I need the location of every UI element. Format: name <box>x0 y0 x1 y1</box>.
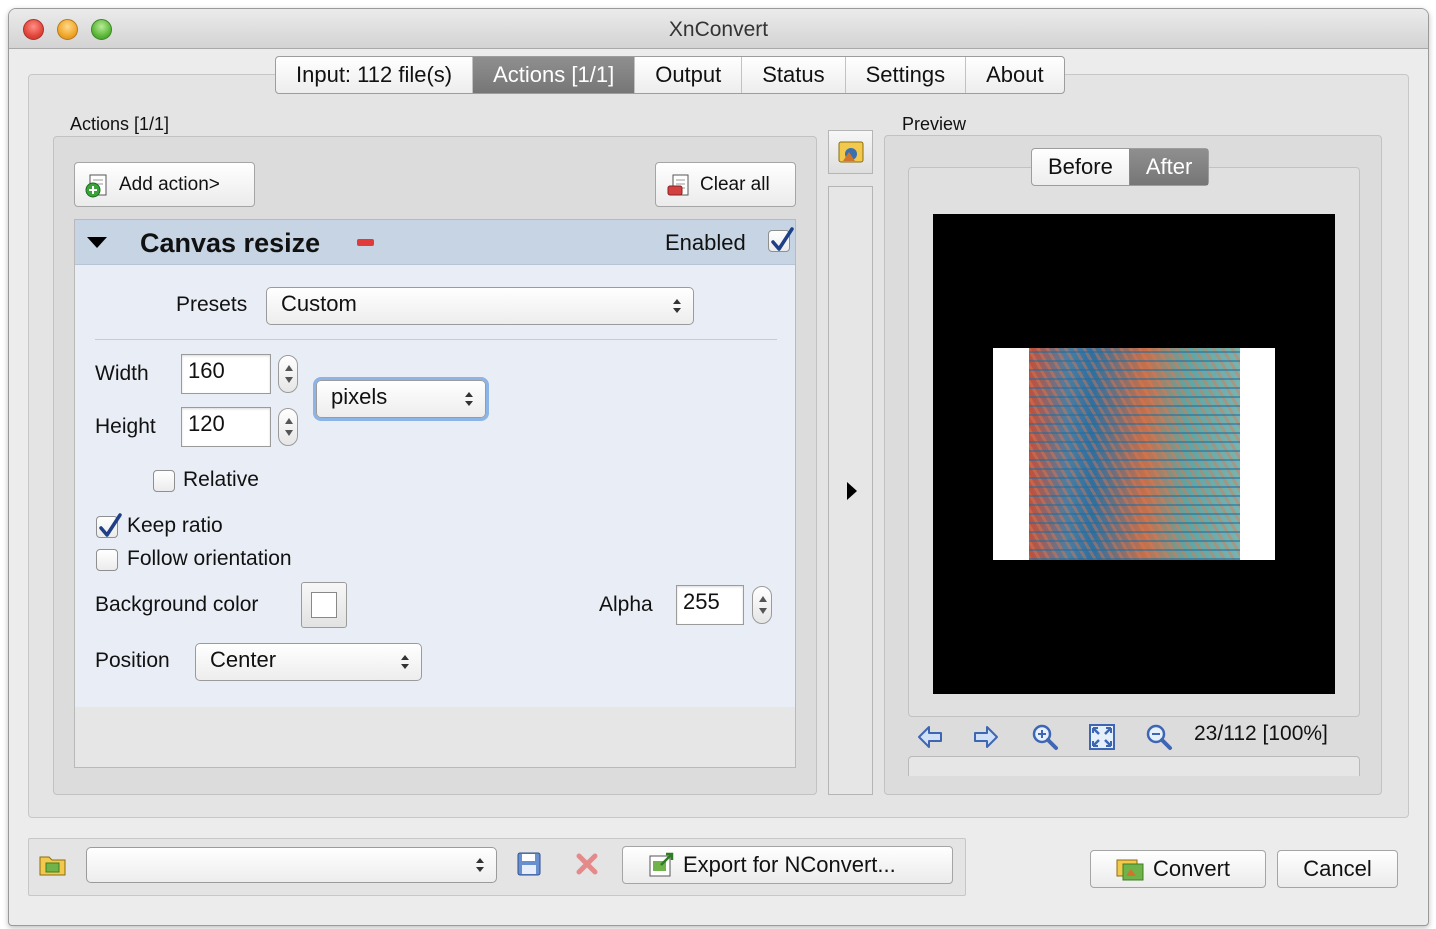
add-action-icon <box>85 174 107 197</box>
keep-ratio-checkbox[interactable] <box>96 513 122 538</box>
actions-group-label: Actions [1/1] <box>70 114 170 134</box>
action-header: Canvas resize Enabled <box>75 220 795 265</box>
clear-all-label: Clear all <box>700 173 770 195</box>
title-bar: XnConvert <box>9 9 1428 49</box>
tab-actions[interactable]: Actions [1/1] <box>473 57 636 93</box>
preview-image <box>1029 348 1240 560</box>
enabled-label: Enabled <box>665 230 746 255</box>
zoom-in-icon[interactable] <box>1030 722 1060 752</box>
delete-icon[interactable] <box>574 851 600 877</box>
window-title: XnConvert <box>668 18 769 41</box>
tab-about[interactable]: About <box>966 57 1064 93</box>
position-select[interactable]: Center <box>195 643 422 681</box>
clear-all-button[interactable]: Clear all <box>655 162 796 207</box>
export-label: Export for NConvert... <box>683 852 896 877</box>
before-button[interactable]: Before <box>1032 149 1129 185</box>
tab-input[interactable]: Input: 112 file(s) <box>276 57 474 93</box>
height-stepper[interactable] <box>278 408 298 446</box>
cancel-button[interactable]: Cancel <box>1277 850 1398 888</box>
select-arrows-icon <box>476 858 484 872</box>
select-arrows-icon <box>401 655 409 669</box>
alpha-stepper[interactable] <box>752 586 772 624</box>
cancel-label: Cancel <box>1303 856 1372 881</box>
convert-icon <box>1116 859 1144 881</box>
follow-orientation-label: Follow orientation <box>127 547 292 570</box>
width-input[interactable]: 160 <box>181 354 271 394</box>
preview-scrollbar[interactable] <box>908 756 1360 776</box>
collapse-triangle-icon[interactable] <box>87 237 107 248</box>
main-tabs: Input: 112 file(s) Actions [1/1] Output … <box>275 56 1065 94</box>
enabled-checkbox[interactable] <box>768 227 794 252</box>
panel-splitter[interactable] <box>828 186 873 795</box>
alpha-label: Alpha <box>599 593 653 616</box>
fit-to-window-icon[interactable] <box>1088 723 1116 751</box>
width-stepper[interactable] <box>278 355 298 393</box>
unit-select[interactable]: pixels <box>316 380 486 418</box>
arrow-right-icon[interactable] <box>972 724 1000 750</box>
add-action-button[interactable]: Add action> <box>74 162 255 207</box>
divider <box>95 339 777 340</box>
action-settings: Presets Custom Width 160 Height 120 pixe… <box>75 265 795 707</box>
checkmark-icon <box>771 227 794 251</box>
save-icon[interactable] <box>516 851 542 877</box>
preset-select[interactable] <box>86 847 497 883</box>
clear-all-icon <box>667 174 689 195</box>
presets-select[interactable]: Custom <box>266 287 694 325</box>
preview-counter: 23/112 [100%] <box>1194 722 1328 745</box>
alpha-input[interactable]: 255 <box>676 585 744 625</box>
keep-ratio-label: Keep ratio <box>127 514 223 537</box>
preview-group-label: Preview <box>902 114 967 134</box>
select-arrows-icon <box>465 392 473 406</box>
action-item-canvas-resize: Canvas resize Enabled Presets Custom Wid… <box>74 219 796 768</box>
follow-orientation-checkbox[interactable] <box>96 549 118 571</box>
remove-action-icon[interactable] <box>357 239 374 246</box>
convert-button[interactable]: Convert <box>1090 850 1266 888</box>
add-action-label: Add action> <box>119 173 220 195</box>
position-value: Center <box>210 647 277 672</box>
height-label: Height <box>95 415 156 438</box>
tab-status[interactable]: Status <box>742 57 846 93</box>
convert-label: Convert <box>1153 856 1231 881</box>
after-button[interactable]: After <box>1128 149 1209 185</box>
export-nconvert-button[interactable]: Export for NConvert... <box>622 846 953 884</box>
unit-value: pixels <box>331 384 388 409</box>
background-color-label: Background color <box>95 593 259 616</box>
before-after-toggle: Before After <box>1031 148 1210 186</box>
export-icon <box>649 852 674 877</box>
preview-toggle-button[interactable] <box>828 130 873 174</box>
tab-output[interactable]: Output <box>635 57 743 93</box>
relative-label: Relative <box>183 468 259 491</box>
picture-icon <box>838 141 864 163</box>
tab-settings[interactable]: Settings <box>846 57 967 93</box>
select-arrows-icon <box>673 299 681 313</box>
expand-arrow-icon[interactable] <box>847 482 857 500</box>
zoom-out-icon[interactable] <box>1144 722 1174 752</box>
arrow-left-icon[interactable] <box>916 724 944 750</box>
checkmark-icon <box>99 513 122 537</box>
action-title: Canvas resize <box>140 228 321 258</box>
relative-checkbox[interactable] <box>153 470 175 492</box>
open-folder-icon[interactable] <box>38 852 68 878</box>
background-color-button[interactable] <box>301 582 347 628</box>
position-label: Position <box>95 649 170 672</box>
presets-value: Custom <box>281 291 357 316</box>
width-label: Width <box>95 362 149 385</box>
color-swatch <box>311 592 337 618</box>
height-input[interactable]: 120 <box>181 407 271 447</box>
presets-label: Presets <box>176 293 248 316</box>
